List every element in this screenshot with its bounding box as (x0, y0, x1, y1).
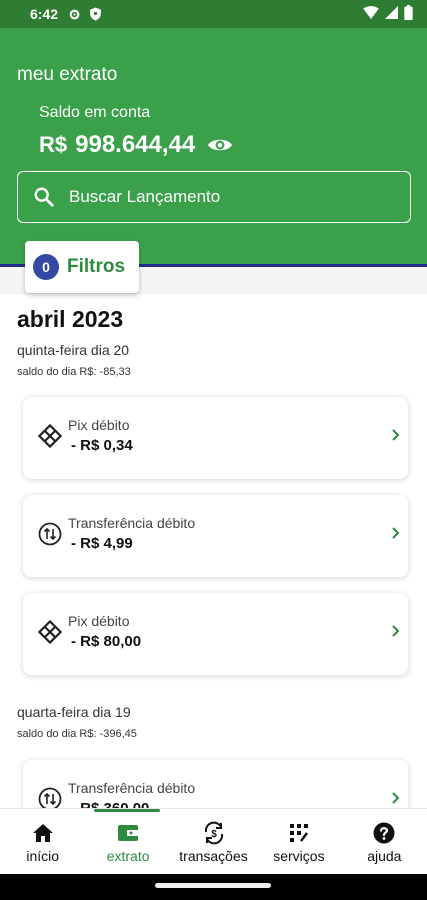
battery-icon (404, 5, 413, 23)
chevron-right-icon (390, 525, 402, 541)
grid-icon (286, 820, 312, 846)
eye-icon[interactable] (207, 136, 233, 154)
statement-header: meu extrato Saldo em conta R$ 998.644,44… (0, 28, 427, 264)
home-gesture-pill[interactable] (155, 883, 271, 888)
system-navigation-bar (0, 874, 427, 900)
status-time: 6:42 (30, 6, 59, 22)
svg-text:$: $ (211, 829, 217, 840)
transaction-type: Pix débito (68, 417, 130, 433)
statement-list[interactable]: abril 2023 quinta-feira dia 20 saldo do … (0, 294, 427, 808)
transaction-card[interactable]: Pix débito - R$ 0,34 (23, 397, 408, 479)
shield-icon (89, 7, 102, 21)
nav-item-ajuda[interactable]: ajuda (342, 809, 427, 874)
day-label: quarta-feira dia 19 (17, 704, 131, 720)
nav-item-inicio[interactable]: início (0, 809, 85, 874)
filters-label: Filtros (67, 256, 126, 277)
nav-label: extrato (106, 847, 150, 864)
page-title: meu extrato (17, 64, 118, 85)
settings-gear-icon (68, 8, 81, 21)
pix-icon (37, 423, 63, 449)
help-icon (371, 820, 397, 846)
transaction-amount: - R$ 0,34 (71, 437, 133, 454)
transaction-card[interactable]: Transferência débito - R$ 360,00 (23, 760, 408, 808)
balance-currency: R$ (39, 132, 68, 157)
transaction-card[interactable]: Pix débito - R$ 80,00 (23, 593, 408, 675)
nav-item-transacoes[interactable]: $ transações (171, 809, 256, 874)
home-icon (30, 820, 56, 846)
chevron-right-icon (390, 427, 402, 443)
chevron-right-icon (390, 623, 402, 639)
nav-item-servicos[interactable]: serviços (256, 809, 341, 874)
day-balance: saldo do dia R$: -396,45 (17, 728, 137, 740)
signal-icon (385, 6, 398, 22)
month-heading: abril 2023 (17, 306, 124, 332)
bottom-navigation: início extrato $ transações serviços aju… (0, 808, 427, 874)
transaction-type: Transferência débito (68, 780, 196, 796)
nav-label: ajuda (367, 847, 402, 864)
transaction-amount: - R$ 80,00 (71, 633, 142, 650)
balance-value: 998.644,44 (75, 131, 196, 158)
day-balance: saldo do dia R$: -85,33 (17, 366, 131, 378)
chevron-right-icon (390, 790, 402, 806)
exchange-icon: $ (201, 820, 227, 846)
transfer-icon (37, 786, 63, 808)
search-input[interactable]: Buscar Lançamento (17, 171, 411, 223)
transaction-amount: - R$ 4,99 (71, 535, 133, 552)
wallet-icon (115, 820, 141, 846)
nav-label: serviços (273, 847, 325, 864)
day-label: quinta-feira dia 20 (17, 342, 130, 358)
balance-row: R$ 998.644,44 (39, 131, 233, 159)
wifi-icon (363, 6, 379, 22)
transaction-amount: - R$ 360,00 (71, 800, 149, 808)
transaction-card[interactable]: Transferência débito - R$ 4,99 (23, 495, 408, 577)
nav-label: início (26, 847, 60, 864)
transaction-type: Pix débito (68, 613, 130, 629)
search-icon (33, 186, 55, 208)
status-bar: 6:42 (0, 0, 427, 28)
transaction-type: Transferência débito (68, 515, 196, 531)
balance-label: Saldo em conta (39, 104, 151, 121)
nav-label: transações (179, 847, 248, 864)
filters-button[interactable]: 0 Filtros (25, 241, 139, 293)
nav-item-extrato[interactable]: extrato (85, 809, 170, 874)
search-placeholder: Buscar Lançamento (69, 187, 221, 206)
pix-icon (37, 619, 63, 645)
filter-count-badge: 0 (33, 254, 59, 280)
transfer-icon (37, 521, 63, 547)
